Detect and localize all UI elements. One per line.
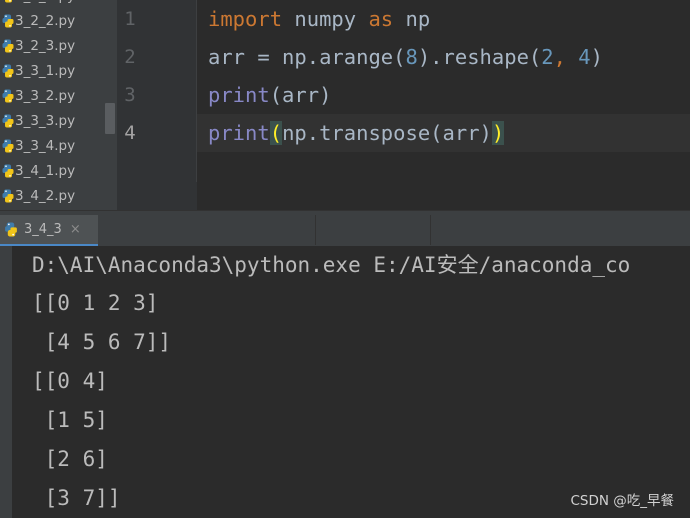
file-name: 3_3_4.py <box>15 137 76 154</box>
line-number: 3 <box>124 84 136 106</box>
project-file-list: 3_1_1.py 3_2_2.py 3_2_3.py 3_3_1.py 3_3_2.py… <box>0 0 104 208</box>
code-token: import <box>208 7 283 31</box>
code-token: np <box>393 7 431 31</box>
gutter-divider <box>196 0 197 182</box>
run-toolwindow-header: 3_4_3 × <box>0 210 690 247</box>
file-item[interactable]: 3_1_1.py <box>0 0 104 8</box>
console-output-line: [4 5 6 7]] <box>32 330 172 354</box>
code-token: numpy <box>282 7 369 31</box>
file-name: 3_1_1.py <box>15 0 75 4</box>
file-name: 3_2_3.py <box>15 37 76 54</box>
file-name: 3_3_3.py <box>15 112 76 129</box>
code-token: np.transpose(arr) <box>282 121 492 145</box>
console-output-line: [3 7]] <box>32 486 121 510</box>
code-token: 4 <box>578 45 591 69</box>
file-item[interactable]: 3_2_2.py <box>0 8 104 33</box>
python-file-icon <box>5 222 17 237</box>
file-item[interactable]: 3_3_3.py <box>0 108 104 133</box>
code-token: 2 <box>541 45 554 69</box>
project-sidebar: 3_1_1.py 3_2_2.py 3_2_3.py 3_3_1.py 3_3_2.py… <box>0 0 117 210</box>
file-item[interactable]: 3_3_2.py <box>0 83 104 108</box>
python-file-icon <box>2 64 14 77</box>
code-token: print <box>208 121 270 145</box>
file-item[interactable]: 3_4_1.py <box>0 158 104 183</box>
python-file-icon <box>5 0 12 2</box>
code-line[interactable]: print(np.transpose(arr)) <box>208 114 505 152</box>
sidebar-scrollbar[interactable] <box>104 0 117 210</box>
file-name: 3_4_1.py <box>15 162 76 179</box>
code-token: , <box>553 45 579 69</box>
python-file-icon <box>2 114 14 127</box>
run-toolbar-strip <box>0 246 12 518</box>
console-output-line: [[0 4] <box>32 369 108 393</box>
python-file-icon <box>2 89 14 102</box>
file-item[interactable]: 3_3_1.py <box>0 58 104 83</box>
sidebar-scrollbar-thumb[interactable] <box>105 103 115 134</box>
watermark: CSDN @吃_早餐 <box>570 493 674 509</box>
code-token: ) <box>590 45 603 69</box>
line-number: 2 <box>124 46 136 68</box>
file-item[interactable]: 3_4_2.py <box>0 183 104 208</box>
run-tab-label: 3_4_3 <box>24 222 62 237</box>
code-token: (arr) <box>269 83 332 107</box>
file-item[interactable]: 3_2_3.py <box>0 33 104 58</box>
code-line[interactable]: import numpy as np <box>208 0 430 38</box>
line-number: 1 <box>124 8 136 30</box>
file-name: 3_3_1.py <box>15 62 76 79</box>
header-divider <box>315 215 316 245</box>
file-name: 3_4_2.py <box>15 187 76 204</box>
python-file-icon <box>2 14 14 27</box>
console-output-line: [2 6] <box>32 447 108 471</box>
console-output-line: [1 5] <box>32 408 108 432</box>
code-token: ).reshape( <box>417 45 542 69</box>
code-token: ) <box>491 121 505 145</box>
code-token: as <box>368 7 394 31</box>
close-icon[interactable]: × <box>70 222 81 237</box>
python-file-icon <box>2 164 14 177</box>
file-name: 3_2_2.py <box>15 12 76 29</box>
code-token: arr = np.arange( <box>208 45 406 69</box>
line-number: 4 <box>124 122 136 144</box>
code-line[interactable]: arr = np.arange(8).reshape(2, 4) <box>208 38 603 76</box>
console-output-line: D:\AI\Anaconda3\python.exe E:/AI安全/anaco… <box>32 253 631 277</box>
code-line[interactable]: print(arr) <box>208 76 331 114</box>
python-file-icon <box>2 139 14 152</box>
ide-window: 3_1_1.py 3_2_2.py 3_2_3.py 3_3_1.py 3_3_2.py… <box>0 0 690 518</box>
code-token: print <box>208 83 270 107</box>
python-file-icon <box>2 39 14 52</box>
file-item[interactable]: 3_3_4.py <box>0 133 104 158</box>
header-divider <box>430 215 431 245</box>
console-output-line: [[0 1 2 3] <box>32 291 159 315</box>
run-tab[interactable]: 3_4_3 × <box>0 215 98 247</box>
code-token: 8 <box>405 45 418 69</box>
python-file-icon <box>2 189 14 202</box>
code-token: ( <box>269 121 283 145</box>
file-name: 3_3_2.py <box>15 87 76 104</box>
